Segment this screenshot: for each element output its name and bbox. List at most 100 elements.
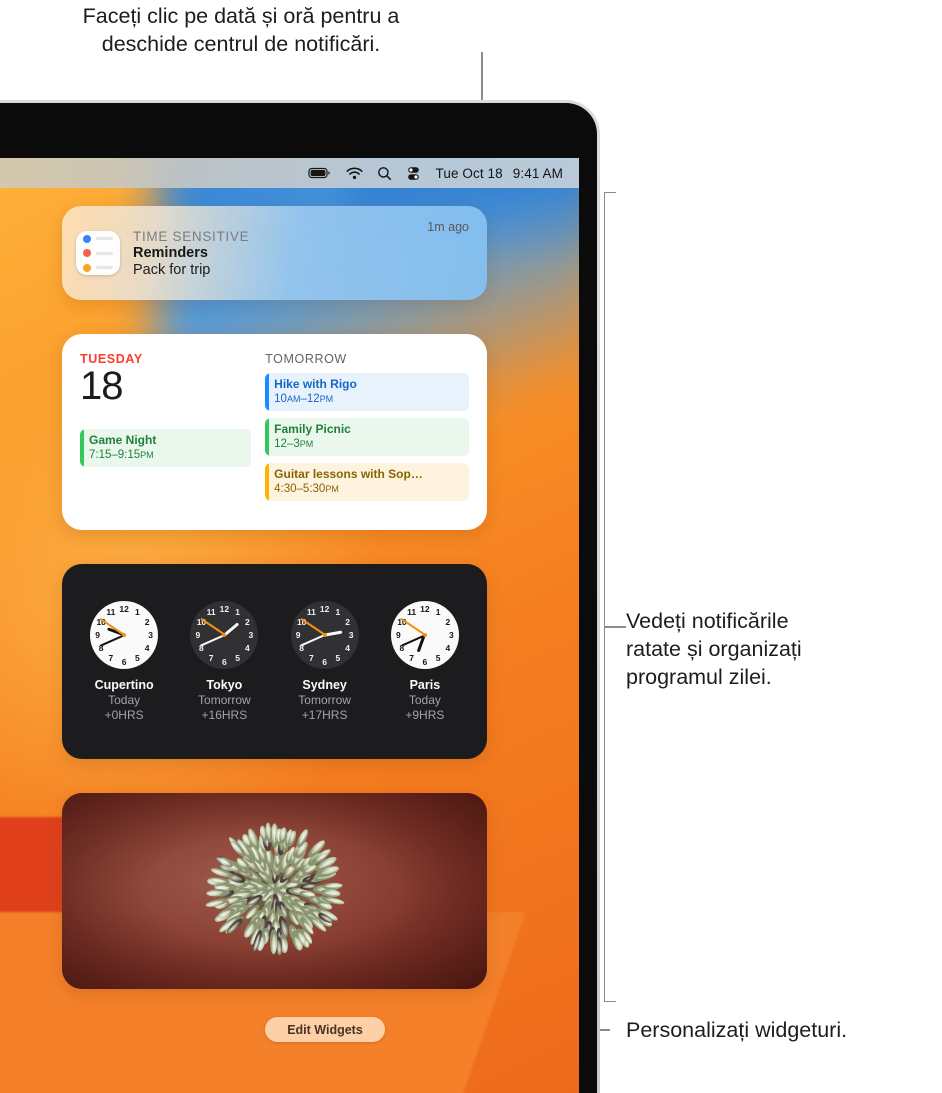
clock-offset: +17HRS: [301, 708, 348, 722]
event-time: 7:15–9:15PM: [89, 449, 154, 461]
clock-numeral: 1: [335, 606, 341, 617]
clock-numeral: 6: [422, 656, 428, 667]
clock-center-pin: [422, 633, 427, 637]
menu-bar-date: Tue Oct 18: [435, 165, 503, 181]
callout-see-missed-notifications: Vedeți notificările ratate și organizați…: [626, 609, 802, 689]
clock-numeral: 3: [148, 629, 153, 640]
display-bezel: Tue Oct 18 9:41 AM TIME SENSITIVE Remind…: [0, 103, 597, 1093]
menu-bar-clock[interactable]: Tue Oct 18 9:41 AM: [435, 166, 563, 181]
notification-timestamp: 1m ago: [427, 220, 469, 234]
clock-numeral: 4: [144, 643, 150, 653]
wifi-icon[interactable]: [346, 166, 364, 180]
calendar-event[interactable]: Hike with Rigo 10AM–12PM: [265, 373, 469, 411]
clock-numeral: 5: [235, 652, 240, 663]
clock-numeral: 5: [335, 652, 341, 663]
battery-icon[interactable]: [308, 166, 332, 180]
clock-second-hand: [99, 618, 125, 636]
clock-numeral: 3: [348, 629, 354, 640]
event-title: Family Picnic: [274, 422, 351, 436]
event-color-bar: [265, 373, 269, 411]
clock-numeral: 4: [445, 643, 451, 653]
clock-day-label: Tomorrow: [198, 693, 251, 707]
clock-numeral: 3: [449, 629, 454, 640]
clock-day-label: Today: [408, 693, 441, 707]
event-time: 12–3PM: [274, 438, 314, 450]
screenshot-root: Faceți clic pe dată și oră pentru a desc…: [0, 0, 942, 1093]
search-icon[interactable]: [377, 166, 392, 181]
clock-numeral: 7: [108, 652, 114, 663]
clock-numeral: 11: [106, 606, 116, 617]
clock-offset: +0HRS: [104, 708, 144, 722]
event-time: 4:30–5:30PM: [274, 483, 339, 495]
clock-numeral: 12: [119, 603, 129, 614]
photos-widget[interactable]: [62, 793, 487, 989]
notification-kicker: TIME SENSITIVE: [133, 228, 250, 244]
clock-hour-hand: [324, 630, 343, 637]
clock-numeral: 9: [195, 629, 201, 640]
notification-reminders[interactable]: TIME SENSITIVE Reminders Pack for trip 1…: [62, 206, 487, 300]
callout-open-notification-center: Faceți clic pe dată și oră pentru a desc…: [82, 4, 400, 56]
calendar-event[interactable]: Game Night 7:15–9:15PM: [80, 429, 252, 467]
menu-bar-time: 9:41 AM: [512, 165, 563, 181]
calendar-event[interactable]: Guitar lessons with Sop… 4:30–5:30PM: [265, 463, 469, 501]
event-title: Game Night: [89, 433, 157, 447]
clock-city-name: Paris: [409, 678, 441, 692]
clock-numeral: 1: [435, 606, 441, 617]
clock-numeral: 11: [306, 606, 316, 617]
clock-numeral: 11: [206, 606, 216, 617]
callout-bracket-tick: [604, 626, 626, 628]
clock-numeral: 9: [396, 629, 401, 640]
clock-numeral: 6: [121, 656, 127, 667]
laptop-device: Tue Oct 18 9:41 AM TIME SENSITIVE Remind…: [0, 100, 600, 1093]
world-clock-city[interactable]: 12 1 2 3 4 5 6 7 8 9 10 11 Cupertino Today +0HRS: [78, 601, 170, 722]
clock-numeral: 2: [445, 616, 451, 627]
clock-center-pin: [222, 633, 227, 637]
clock-numeral: 1: [235, 606, 240, 617]
clock-numeral: 4: [345, 643, 350, 653]
world-clock-city[interactable]: 12 1 2 3 4 5 6 7 8 9 10 11 Paris Today +9HRS: [379, 601, 471, 722]
clock-numeral: 9: [95, 629, 100, 640]
clock-numeral: 12: [319, 603, 330, 614]
clock-second-hand: [400, 618, 426, 636]
clock-second-hand: [199, 618, 225, 636]
event-title: Guitar lessons with Sop…: [274, 467, 423, 481]
clock-numeral: 9: [295, 629, 301, 640]
calendar-tomorrow-events: Hike with Rigo 10AM–12PM Family Picnic 12–3…: [265, 373, 469, 501]
clock-minute-hand: [200, 633, 225, 647]
clock-numeral: 1: [135, 606, 140, 617]
clock-numeral: 3: [248, 629, 254, 640]
notification-title: Reminders: [133, 244, 208, 261]
calendar-day-number: 18: [80, 364, 124, 408]
clock-center-pin: [322, 633, 327, 637]
clock-numeral: 11: [407, 606, 417, 617]
event-time: 10AM–12PM: [274, 393, 334, 405]
clock-second-hand: [300, 618, 326, 636]
calendar-today-events: Game Night 7:15–9:15PM: [80, 429, 252, 467]
clock-numeral: 2: [144, 616, 150, 627]
clock-face: 12 1 2 3 4 5 6 7 8 9 10 11: [90, 601, 159, 669]
notification-center: TIME SENSITIVE Reminders Pack for trip 1…: [62, 206, 487, 989]
clock-numeral: 6: [322, 656, 327, 667]
clock-city-name: Tokyo: [206, 678, 243, 692]
calendar-widget[interactable]: TUESDAY 18 Game Night 7:15–9:15PM TOMORRO…: [62, 334, 487, 530]
calendar-tomorrow-column: TOMORROW Hike with Rigo 10AM–12PM Family P…: [265, 352, 469, 516]
clock-numeral: 12: [219, 603, 230, 614]
world-clock-widget[interactable]: 12 1 2 3 4 5 6 7 8 9 10 11 Cupertino Today +0HRS 12 1 2 3 4…: [62, 564, 487, 759]
control-center-icon[interactable]: [406, 166, 421, 181]
calendar-event[interactable]: Family Picnic 12–3PM: [265, 418, 469, 456]
clock-day-label: Tomorrow: [298, 693, 351, 707]
world-clock-city[interactable]: 12 1 2 3 4 5 6 7 8 9 10 11 Sydney Tomorrow +17HRS: [279, 601, 371, 722]
clock-face: 12 1 2 3 4 5 6 7 8 9 10 11: [290, 601, 359, 669]
edit-widgets-button[interactable]: Edit Widgets: [265, 1017, 385, 1042]
event-color-bar: [265, 463, 269, 501]
event-title: Hike with Rigo: [274, 377, 357, 391]
clock-day-label: Today: [108, 693, 141, 707]
clock-city-name: Sydney: [302, 678, 347, 692]
clock-numeral: 12: [420, 603, 430, 614]
clock-offset: +16HRS: [201, 708, 248, 722]
clock-face: 12 1 2 3 4 5 6 7 8 9 10 11: [390, 601, 459, 669]
calendar-tomorrow-label: TOMORROW: [265, 352, 347, 366]
reminders-icon: [76, 231, 120, 275]
clock-city-name: Cupertino: [94, 678, 154, 692]
world-clock-city[interactable]: 12 1 2 3 4 5 6 7 8 9 10 11 Tokyo Tomorrow +16HRS: [178, 601, 270, 722]
